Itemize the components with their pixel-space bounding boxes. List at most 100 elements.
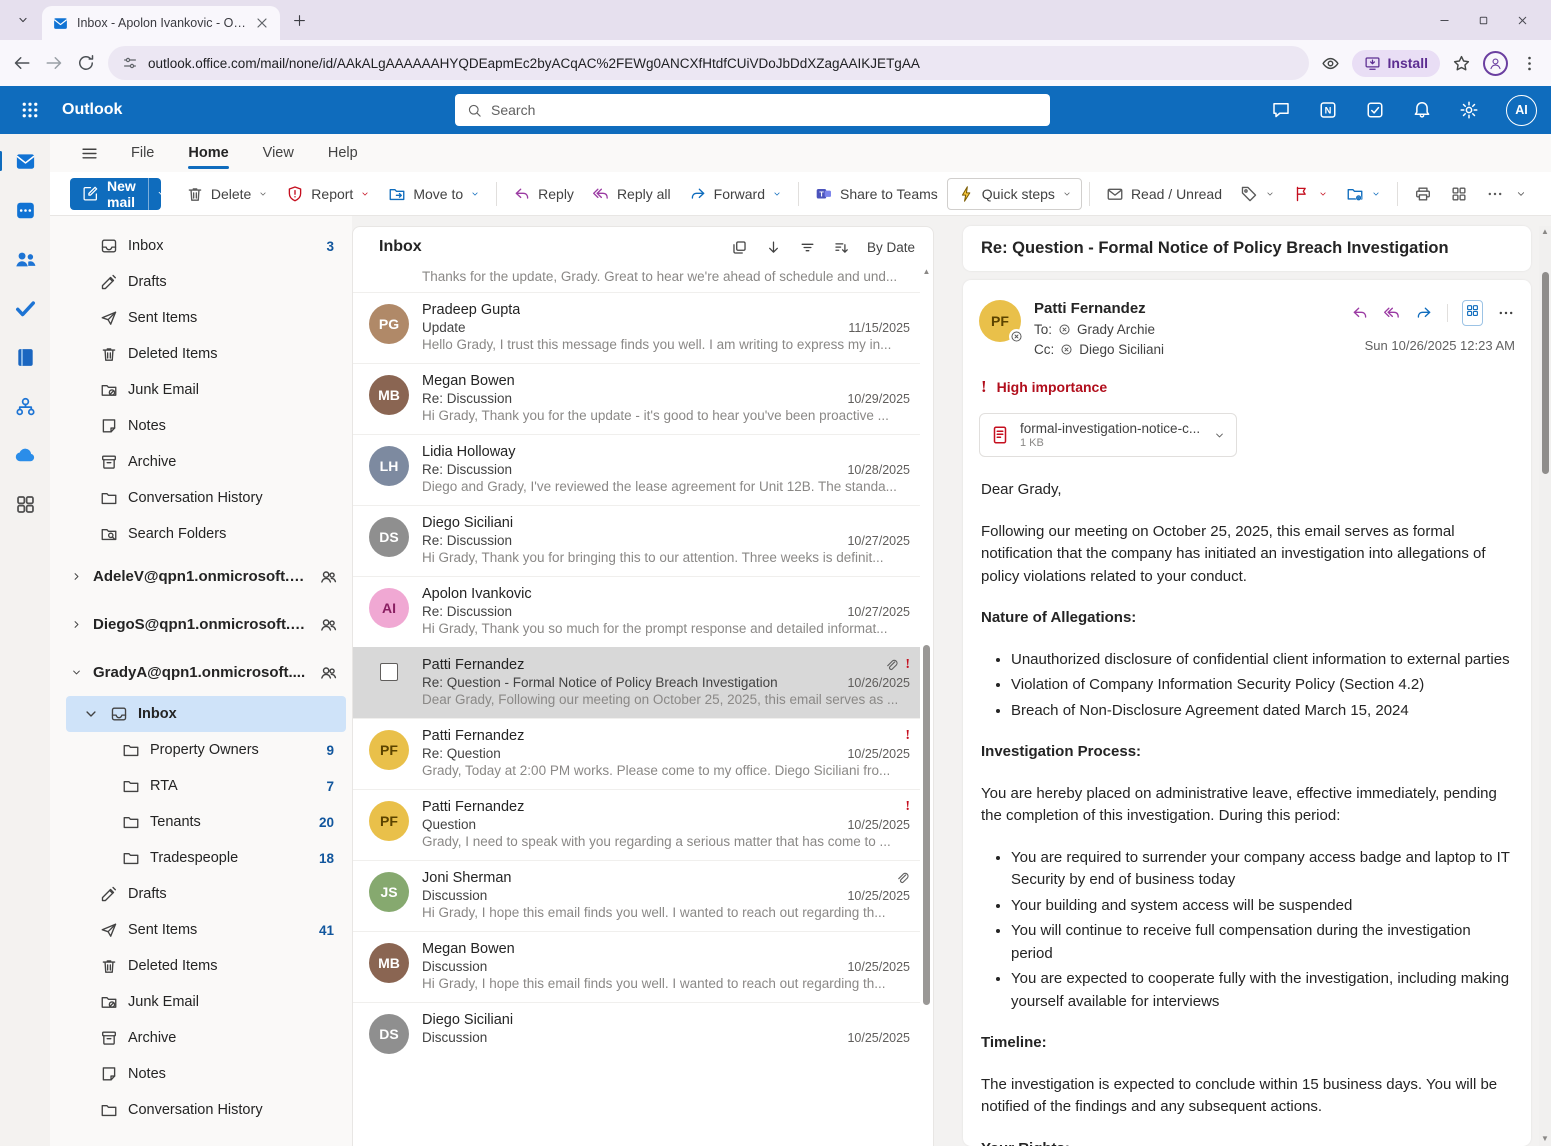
ribbon-tag-button[interactable] xyxy=(1231,178,1284,210)
filter-icon[interactable] xyxy=(799,239,816,256)
folder-item-property-owners[interactable]: Property Owners9 xyxy=(66,732,346,768)
ribbon-move-to-button[interactable]: Move to xyxy=(379,178,489,210)
attachment-menu-chevron[interactable] xyxy=(1213,429,1226,442)
ribbon-report-button[interactable]: Report xyxy=(277,178,379,210)
cc-recipient[interactable]: Diego Siciliani xyxy=(1079,342,1164,357)
folder-item-tenants[interactable]: Tenants20 xyxy=(66,804,346,840)
message-row[interactable]: AIApolon IvankovicRe: Discussion10/27/20… xyxy=(353,576,920,647)
new-mail-button[interactable]: New mail xyxy=(70,178,161,210)
bookmark-star-icon[interactable] xyxy=(1452,54,1471,73)
tab-search-chevron[interactable] xyxy=(10,7,36,33)
settings-gear-icon[interactable] xyxy=(1459,100,1479,120)
new-mail-split-chevron[interactable] xyxy=(148,178,161,210)
more-actions-icon[interactable] xyxy=(1497,304,1515,322)
apps-actions-button[interactable] xyxy=(1462,300,1483,326)
rail-orgexplorer[interactable] xyxy=(12,393,38,419)
onenote-feed-icon[interactable]: N xyxy=(1318,100,1338,120)
forward-icon[interactable] xyxy=(44,53,64,73)
ribbon-printer-button[interactable] xyxy=(1405,178,1441,210)
account-avatar[interactable]: AI xyxy=(1506,95,1537,126)
message-row[interactable]: JSJoni ShermanDiscussion10/25/2025Hi Gra… xyxy=(353,860,920,931)
message-row[interactable]: PFPatti Fernandez!Question10/25/2025Grad… xyxy=(353,789,920,860)
account-gradya[interactable]: GradyA@qpn1.onmicrosoft.... xyxy=(66,648,346,696)
sort-icon[interactable] xyxy=(833,239,850,256)
reply-icon[interactable] xyxy=(1351,304,1369,322)
ribbon-more-button[interactable] xyxy=(1477,178,1513,210)
rail-people[interactable] xyxy=(12,246,38,272)
folder-item-notes[interactable]: Notes xyxy=(66,408,346,444)
select-all-icon[interactable] xyxy=(731,239,748,256)
rail-mail[interactable] xyxy=(12,148,38,174)
folder-item-notes[interactable]: Notes xyxy=(66,1056,346,1092)
hamburger-icon[interactable] xyxy=(80,144,99,163)
folder-item-archive[interactable]: Archive xyxy=(66,444,346,480)
ribbon-delete-button[interactable]: Delete xyxy=(177,178,277,210)
folder-item-deleted-items[interactable]: Deleted Items xyxy=(66,336,346,372)
search-input[interactable]: Search xyxy=(455,94,1050,126)
folder-item-deleted-items[interactable]: Deleted Items xyxy=(66,948,346,984)
ribbon-quick-steps-button[interactable]: Quick steps xyxy=(947,178,1082,210)
notifications-bell-icon[interactable] xyxy=(1412,100,1432,120)
install-button[interactable]: Install xyxy=(1352,50,1440,77)
app-launcher-icon[interactable] xyxy=(20,100,40,120)
message-row[interactable]: Patti Fernandez!Re: Question - Formal No… xyxy=(353,647,920,718)
message-list-scrollbar[interactable]: ▲ xyxy=(920,267,933,1146)
refresh-icon[interactable] xyxy=(76,53,96,73)
sort-direction-icon[interactable] xyxy=(765,239,782,256)
tasks-icon[interactable] xyxy=(1365,100,1385,120)
browser-tab[interactable]: Inbox - Apolon Ivankovic - Outl xyxy=(42,6,280,40)
message-row[interactable]: DSDiego SicilianiRe: Discussion10/27/202… xyxy=(353,505,920,576)
rail-calendar[interactable] xyxy=(12,197,38,223)
folder-item-junk-email[interactable]: Junk Email xyxy=(66,984,346,1020)
site-settings-icon[interactable] xyxy=(122,55,138,71)
folder-item-search-folders[interactable]: Search Folders xyxy=(66,516,346,552)
account-adelev[interactable]: AdeleV@qpn1.onmicrosoft.c... xyxy=(66,552,346,600)
ribbon-share-to-teams-button[interactable]: TShare to Teams xyxy=(806,178,947,210)
scroll-thumb[interactable] xyxy=(1542,272,1549,474)
reading-pane-scrollbar[interactable]: ▲ ▼ xyxy=(1539,226,1551,1146)
menu-tab-file[interactable]: File xyxy=(129,139,156,167)
folder-item-archive[interactable]: Archive xyxy=(66,1020,346,1056)
folder-item-conversation-history[interactable]: Conversation History xyxy=(66,1092,346,1128)
menu-tab-home[interactable]: Home xyxy=(186,139,230,167)
folder-item-tradespeople[interactable]: Tradespeople18 xyxy=(66,840,346,876)
rail-todo[interactable] xyxy=(12,295,38,321)
ribbon-read-unread-button[interactable]: Read / Unread xyxy=(1097,178,1231,210)
menu-tab-help[interactable]: Help xyxy=(326,139,360,167)
to-recipient[interactable]: Grady Archie xyxy=(1077,322,1155,337)
folder-item-inbox[interactable]: Inbox xyxy=(66,696,346,732)
message-row[interactable]: PGPradeep GuptaUpdate11/15/2025Hello Gra… xyxy=(353,292,920,363)
ribbon-grid4-button[interactable] xyxy=(1441,178,1477,210)
ribbon-reply-all-button[interactable]: Reply all xyxy=(583,178,680,210)
folder-item-rta[interactable]: RTA7 xyxy=(66,768,346,804)
browser-menu-icon[interactable] xyxy=(1520,54,1539,73)
sender-name[interactable]: Patti Fernandez xyxy=(1034,300,1164,317)
browser-profile-button[interactable] xyxy=(1483,51,1508,76)
rail-notebook[interactable] xyxy=(12,344,38,370)
message-row-partial[interactable]: Thanks for the update, Grady. Great to h… xyxy=(353,267,920,292)
menu-tab-view[interactable]: View xyxy=(261,139,296,167)
folder-item-conversation-history[interactable]: Conversation History xyxy=(66,480,346,516)
message-row[interactable]: MBMegan BowenRe: Discussion10/29/2025Hi … xyxy=(353,363,920,434)
ribbon-reply-button[interactable]: Reply xyxy=(504,178,583,210)
maximize-icon[interactable] xyxy=(1477,14,1490,27)
rail-onedrive[interactable] xyxy=(12,442,38,468)
folder-item-drafts[interactable]: Drafts xyxy=(66,264,346,300)
back-icon[interactable] xyxy=(12,53,32,73)
ribbon-folder-gear-button[interactable] xyxy=(1337,178,1390,210)
preview-icon[interactable] xyxy=(1321,54,1340,73)
account-diegos[interactable]: DiegoS@qpn1.onmicrosoft.c... xyxy=(66,600,346,648)
forward-icon[interactable] xyxy=(1415,304,1433,322)
reply-all-icon[interactable] xyxy=(1383,304,1401,322)
ribbon-flag-button[interactable] xyxy=(1284,178,1337,210)
minimize-icon[interactable] xyxy=(1438,14,1451,27)
folder-item-junk-email[interactable]: Junk Email xyxy=(66,372,346,408)
address-bar[interactable]: outlook.office.com/mail/none/id/AAkALgAA… xyxy=(108,46,1309,80)
chat-icon[interactable] xyxy=(1271,100,1291,120)
folder-item-sent-items[interactable]: Sent Items41 xyxy=(66,912,346,948)
folder-item-drafts[interactable]: Drafts xyxy=(66,876,346,912)
sender-avatar[interactable]: PF xyxy=(979,300,1021,342)
message-row[interactable]: LHLidia HollowayRe: Discussion10/28/2025… xyxy=(353,434,920,505)
attachment-chip[interactable]: formal-investigation-notice-c... 1 KB xyxy=(979,413,1237,457)
new-tab-button[interactable] xyxy=(286,7,312,33)
